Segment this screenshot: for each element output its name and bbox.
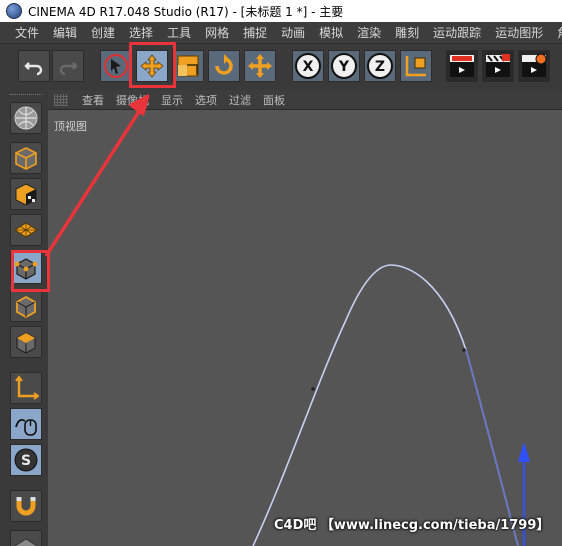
z-axis-icon: Z: [367, 53, 393, 79]
tweak-mode-button[interactable]: [10, 408, 42, 440]
menu-tools[interactable]: 工具: [160, 24, 198, 41]
workplane-mode-button[interactable]: [10, 214, 42, 246]
z-axis-label: Z: [375, 59, 385, 75]
y-axis-icon: Y: [331, 53, 357, 79]
menu-select[interactable]: 选择: [122, 24, 160, 41]
x-axis-label: X: [303, 59, 314, 75]
workplane-icon: [14, 222, 38, 238]
menu-edit[interactable]: 编辑: [46, 24, 84, 41]
menu-sculpt[interactable]: 雕刻: [388, 24, 426, 41]
viewport-menu-options[interactable]: 选项: [189, 92, 223, 108]
spline-point: [311, 387, 315, 391]
render-view-button[interactable]: [446, 50, 478, 82]
cinema4d-logo-icon: [6, 3, 22, 19]
grid-icon: [14, 538, 38, 546]
viewport-menu-camera[interactable]: 摄像机: [110, 92, 155, 108]
polygons-mode-button[interactable]: [10, 326, 42, 358]
z-axis-lock-button[interactable]: Z: [364, 50, 396, 82]
viewport-menu-filter[interactable]: 过滤: [223, 92, 257, 108]
title-bar: CINEMA 4D R17.048 Studio (R17) - [未标题 1 …: [0, 0, 562, 22]
y-axis-arrow-icon: [518, 442, 530, 462]
mouse-tweak-icon: [15, 418, 37, 436]
model-mode-button[interactable]: [10, 142, 42, 174]
magnet-tool-button[interactable]: [10, 490, 42, 522]
menu-create[interactable]: 创建: [84, 24, 122, 41]
main-toolbar: X Y Z: [0, 44, 562, 90]
menu-animate[interactable]: 动画: [274, 24, 312, 41]
snap-icon: S: [14, 448, 38, 472]
model-mode-icon: [15, 147, 37, 170]
make-editable-button[interactable]: [10, 102, 42, 134]
make-editable-icon: [14, 106, 38, 130]
move-tool-button[interactable]: [136, 50, 168, 82]
menu-bar: 文件 编辑 创建 选择 工具 网格 捕捉 动画 模拟 渲染 雕刻 运动跟踪 运动…: [0, 22, 562, 44]
recent-tool-button[interactable]: [244, 50, 276, 82]
menu-mograph[interactable]: 运动图形: [488, 24, 550, 41]
toolbar-grip: [10, 94, 42, 98]
menu-snap[interactable]: 捕捉: [236, 24, 274, 41]
rotate-tool-button[interactable]: [208, 50, 240, 82]
rotate-icon: [215, 54, 233, 75]
menu-motion-tracking[interactable]: 运动跟踪: [426, 24, 488, 41]
move-icon: [140, 54, 164, 78]
live-select-icon: [104, 54, 128, 78]
viewport-menubar: 查看 摄像机 显示 选项 过滤 面板: [48, 90, 562, 110]
render-settings-button[interactable]: [518, 50, 550, 82]
axis-mode-button[interactable]: [10, 372, 42, 404]
floor-grid-button[interactable]: [10, 530, 42, 546]
snap-button[interactable]: S: [10, 444, 42, 476]
recent-tool-icon: [248, 54, 272, 78]
spline-point: [462, 348, 466, 352]
menu-simulate[interactable]: 模拟: [312, 24, 350, 41]
top-view-viewport[interactable]: 顶视图 C4D吧 【www.linecg.com/tieba/1799】: [48, 110, 562, 546]
edges-mode-button[interactable]: [10, 290, 42, 322]
points-mode-icon: [14, 258, 38, 280]
viewport-menu-display[interactable]: 显示: [155, 92, 189, 108]
spline-curve: [252, 264, 519, 546]
menu-mesh[interactable]: 网格: [198, 24, 236, 41]
menu-file[interactable]: 文件: [8, 24, 46, 41]
redo-icon: [59, 62, 78, 76]
scale-icon: [177, 55, 199, 77]
coordinate-system-button[interactable]: [400, 50, 432, 82]
magnet-icon: [16, 497, 36, 516]
menu-character[interactable]: 角色: [550, 24, 562, 41]
live-select-button[interactable]: [100, 50, 132, 82]
edges-mode-icon: [16, 295, 36, 319]
x-axis-lock-button[interactable]: X: [292, 50, 324, 82]
left-toolbar: S: [0, 90, 48, 546]
render-to-picture-viewer-icon: [486, 54, 510, 77]
window-title: CINEMA 4D R17.048 Studio (R17) - [未标题 1 …: [28, 4, 344, 19]
y-axis-lock-button[interactable]: Y: [328, 50, 360, 82]
x-axis-icon: X: [295, 53, 321, 79]
undo-icon: [24, 62, 43, 76]
texture-mode-icon: [15, 183, 37, 206]
viewport-menu-panel[interactable]: 面板: [257, 92, 291, 108]
texture-mode-button[interactable]: [10, 178, 42, 210]
viewport-grip-icon: [54, 93, 68, 106]
polygons-mode-icon: [16, 332, 36, 354]
undo-button[interactable]: [18, 50, 50, 82]
watermark-text: C4D吧 【www.linecg.com/tieba/1799】: [274, 518, 550, 533]
axis-icon: [15, 375, 39, 400]
viewport-canvas: [252, 264, 530, 546]
svg-text:S: S: [21, 453, 31, 469]
render-view-icon: [450, 55, 474, 77]
render-settings-icon: [522, 53, 547, 77]
coordinate-system-icon: [405, 56, 426, 77]
menu-render[interactable]: 渲染: [350, 24, 388, 41]
scale-tool-button[interactable]: [172, 50, 204, 82]
viewport-menu-view[interactable]: 查看: [76, 92, 110, 108]
points-mode-button[interactable]: [10, 252, 42, 284]
render-to-picture-viewer-button[interactable]: [482, 50, 514, 82]
y-axis-label: Y: [338, 59, 350, 75]
redo-button[interactable]: [52, 50, 84, 82]
